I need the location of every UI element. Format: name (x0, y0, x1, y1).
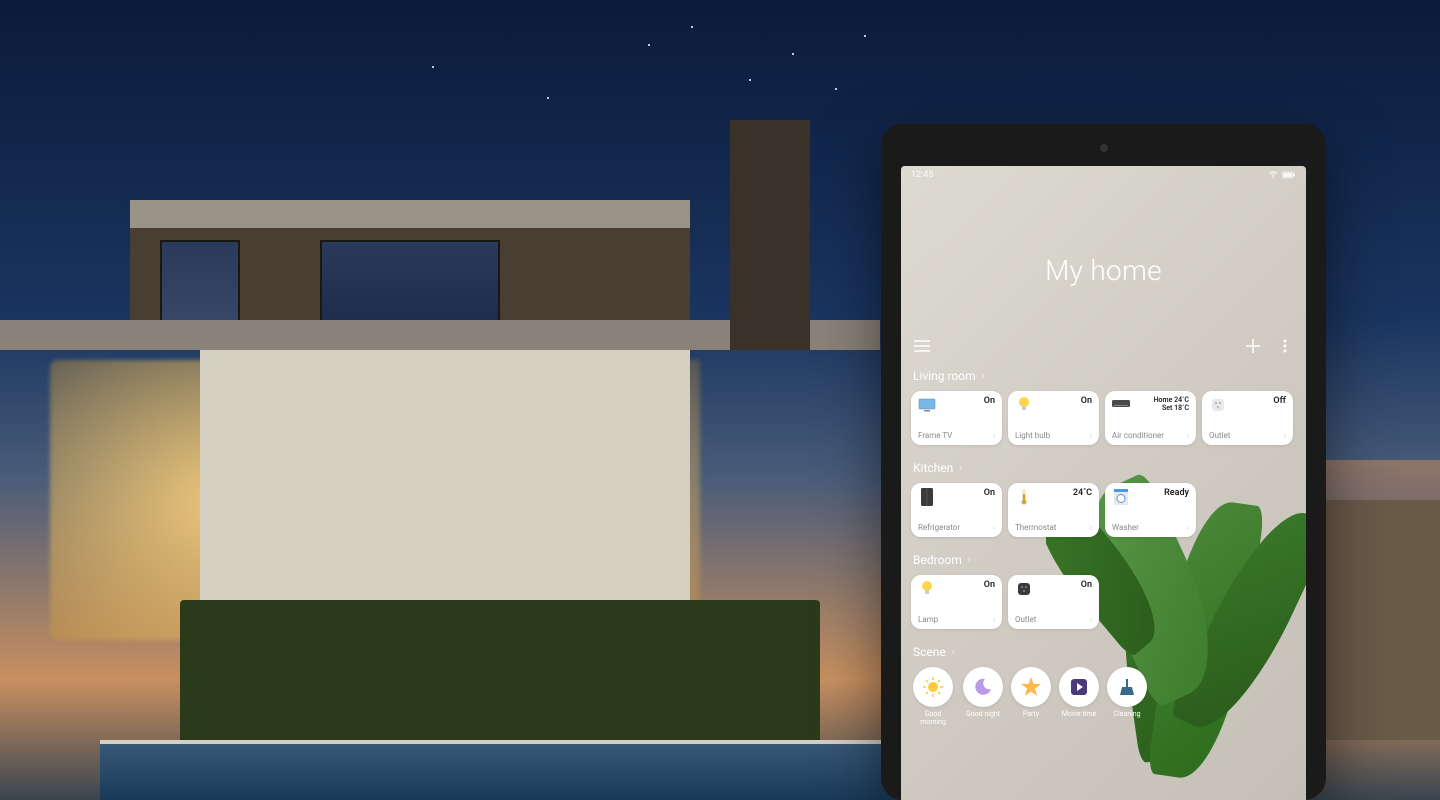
cleaning-icon (1117, 677, 1137, 697)
device-card-air-conditioner[interactable]: Home 24˚CSet 18˚C Air conditioner › (1105, 391, 1196, 445)
device-status: Ready (1164, 488, 1189, 498)
device-card-lamp[interactable]: On Lamp › (911, 575, 1002, 629)
scene-label: Cleaning (1113, 711, 1140, 719)
chevron-right-icon: › (1187, 523, 1189, 532)
device-status: Off (1273, 396, 1286, 406)
star-icon (1020, 676, 1042, 698)
fridge-icon (918, 488, 936, 506)
ac-icon (1112, 396, 1130, 414)
chevron-right-icon: › (959, 463, 962, 474)
device-card-refrigerator[interactable]: On Refrigerator › (911, 483, 1002, 537)
device-label: Outlet (1015, 615, 1036, 624)
chevron-right-icon: › (1187, 431, 1189, 440)
room-name: Kitchen (913, 461, 953, 475)
more-button[interactable] (1276, 337, 1294, 355)
device-label: Thermostat (1015, 523, 1056, 532)
chevron-right-icon: › (993, 523, 995, 532)
scene-good-night[interactable]: Good night (963, 667, 1003, 726)
scene-label: Good morning (911, 711, 955, 726)
movie-icon (1069, 677, 1089, 697)
status-time: 12:45 (911, 170, 933, 180)
toolbar (901, 337, 1306, 365)
tablet-screen: 12:45 My home (901, 166, 1306, 800)
device-card-outlet-bedroom[interactable]: On Outlet › (1008, 575, 1099, 629)
thermostat-icon (1015, 488, 1033, 506)
title-area: My home (901, 184, 1306, 337)
washer-icon (1112, 488, 1130, 506)
device-label: Refrigerator (918, 523, 960, 532)
room-header-living-room[interactable]: Living room › (911, 365, 1296, 391)
device-label: Outlet (1209, 431, 1230, 440)
bulb-icon (1015, 396, 1033, 414)
scene-cleaning[interactable]: Cleaning (1107, 667, 1147, 726)
bulb-icon (918, 580, 936, 598)
device-label: Air conditioner (1112, 431, 1164, 440)
device-status: On (1081, 580, 1092, 590)
status-bar: 12:45 (901, 166, 1306, 184)
tablet-frame: 12:45 My home (881, 124, 1326, 800)
device-label: Light bulb (1015, 431, 1050, 440)
device-row-living-room: On Frame TV › On Light bulb › Home 24˚CSet… (911, 391, 1296, 445)
room-name: Living room (913, 369, 976, 383)
content-area: Living room › On Frame TV› On Light b (901, 365, 1306, 730)
device-status: On (984, 488, 995, 498)
chevron-right-icon: › (952, 647, 955, 658)
chevron-right-icon: › (1090, 615, 1092, 624)
scene-label: Party (1023, 711, 1039, 719)
scene-label: Good night (966, 711, 1000, 719)
menu-button[interactable] (913, 337, 931, 355)
chevron-right-icon: › (1090, 523, 1092, 532)
device-row-bedroom: On Lamp › On Outlet › (911, 575, 1296, 629)
room-header-kitchen[interactable]: Kitchen › (911, 457, 1296, 483)
device-status: Home 24˚CSet 18˚C (1154, 396, 1189, 413)
device-card-washer[interactable]: Ready Washer › (1105, 483, 1196, 537)
device-card-frame-tv[interactable]: On Frame TV › (911, 391, 1002, 445)
outlet-icon (1015, 580, 1033, 598)
device-status: On (1081, 396, 1092, 406)
add-button[interactable] (1244, 337, 1262, 355)
plus-icon (1246, 339, 1260, 353)
page-title: My home (901, 254, 1306, 287)
tv-icon (918, 396, 936, 414)
tablet-camera (1100, 144, 1108, 152)
chevron-right-icon: › (982, 371, 985, 382)
sun-icon (922, 676, 944, 698)
scenes-header[interactable]: Scene › (911, 641, 1296, 667)
moon-icon (973, 677, 993, 697)
chevron-right-icon: › (993, 615, 995, 624)
scene-party[interactable]: Party (1011, 667, 1051, 726)
scene-label: Movie time (1062, 711, 1096, 719)
device-card-thermostat[interactable]: 24˚C Thermostat › (1008, 483, 1099, 537)
device-status: On (984, 396, 995, 406)
chevron-right-icon: › (1090, 431, 1092, 440)
battery-icon (1282, 171, 1296, 179)
room-name: Bedroom (913, 553, 962, 567)
device-status: On (984, 580, 995, 590)
scenes-title: Scene (913, 645, 946, 659)
scene-row: Good morning Good night Party Movie time… (911, 667, 1296, 730)
scene-good-morning[interactable]: Good morning (911, 667, 955, 726)
room-header-bedroom[interactable]: Bedroom › (911, 549, 1296, 575)
scene-movie-time[interactable]: Movie time (1059, 667, 1099, 726)
chevron-right-icon: › (1284, 431, 1286, 440)
device-label: Washer (1112, 523, 1139, 532)
more-vertical-icon (1283, 339, 1287, 353)
device-card-light-bulb[interactable]: On Light bulb › (1008, 391, 1099, 445)
hamburger-icon (914, 340, 930, 352)
chevron-right-icon: › (968, 555, 971, 566)
device-card-outlet[interactable]: Off Outlet › (1202, 391, 1293, 445)
device-label: Lamp (918, 615, 938, 624)
chevron-right-icon: › (993, 431, 995, 440)
device-label: Frame TV (918, 431, 952, 440)
outlet-icon (1209, 396, 1227, 414)
device-row-kitchen: On Refrigerator › 24˚C Thermostat › Ready (911, 483, 1296, 537)
device-status: 24˚C (1073, 488, 1092, 498)
wifi-icon (1268, 171, 1278, 179)
